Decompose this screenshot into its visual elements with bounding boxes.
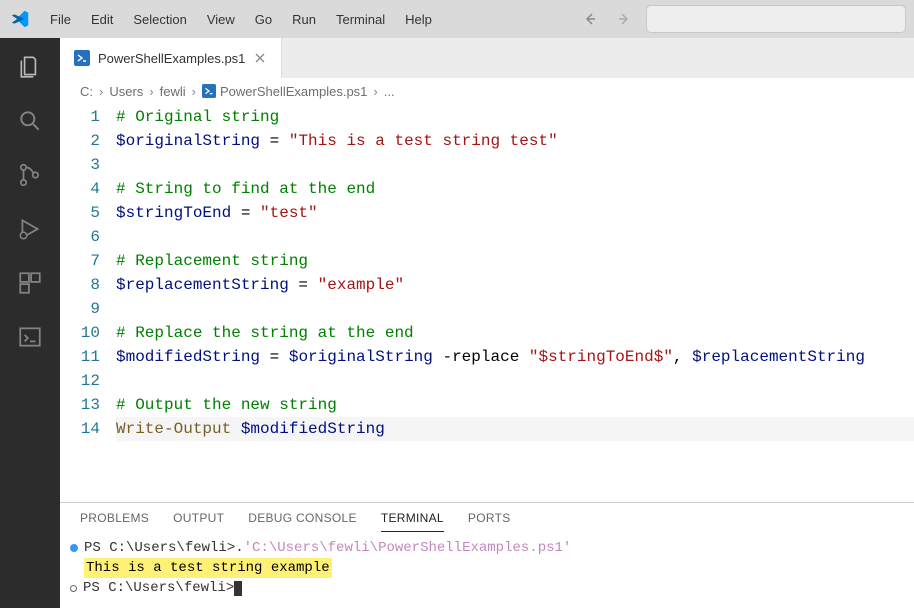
menu-go[interactable]: Go	[245, 6, 282, 33]
chevron-right-icon: ›	[373, 84, 377, 99]
output-line: This is a test string example	[84, 558, 332, 578]
chevron-right-icon: ›	[99, 84, 103, 99]
menu-selection[interactable]: Selection	[123, 6, 196, 33]
powershell-file-icon	[202, 84, 220, 99]
status-dot-icon	[70, 544, 78, 552]
code-line[interactable]: $originalString = "This is a test string…	[116, 129, 914, 153]
editor-tabs: PowerShellExamples.ps1	[60, 38, 914, 78]
menu-run[interactable]: Run	[282, 6, 326, 33]
line-number: 11	[70, 345, 100, 369]
panel-tab-ports[interactable]: PORTS	[468, 511, 511, 532]
line-number: 5	[70, 201, 100, 225]
code-line[interactable]: # Output the new string	[116, 393, 914, 417]
line-number: 7	[70, 249, 100, 273]
code-line[interactable]	[116, 153, 914, 177]
menu-terminal[interactable]: Terminal	[326, 6, 395, 33]
line-number: 8	[70, 273, 100, 297]
crumb[interactable]: ...	[384, 84, 395, 99]
status-dot-icon	[70, 585, 77, 592]
line-number: 2	[70, 129, 100, 153]
activity-bar	[0, 38, 60, 608]
menu-edit[interactable]: Edit	[81, 6, 123, 33]
line-number: 12	[70, 369, 100, 393]
code-area[interactable]: # Original string$originalString = "This…	[116, 105, 914, 502]
menu-view[interactable]: View	[197, 6, 245, 33]
source-control-icon[interactable]	[15, 160, 45, 190]
code-line[interactable]: $replacementString = "example"	[116, 273, 914, 297]
code-line[interactable]: $modifiedString = $originalString -repla…	[116, 345, 914, 369]
code-line[interactable]	[116, 369, 914, 393]
panel-tab-terminal[interactable]: TERMINAL	[381, 511, 444, 532]
line-number: 10	[70, 321, 100, 345]
line-gutter: 1234567891011121314	[70, 105, 116, 502]
tab-file[interactable]: PowerShellExamples.ps1	[60, 38, 282, 78]
terminal-output[interactable]: PS C:\Users\fewli> . 'C:\Users\fewli\Pow…	[60, 532, 914, 608]
main-menu: FileEditSelectionViewGoRunTerminalHelp	[40, 6, 442, 33]
line-number: 6	[70, 225, 100, 249]
code-line[interactable]: $stringToEnd = "test"	[116, 201, 914, 225]
line-number: 3	[70, 153, 100, 177]
code-line[interactable]: Write-Output $modifiedString	[116, 417, 914, 441]
nav-forward-icon[interactable]	[614, 9, 634, 29]
chevron-right-icon: ›	[149, 84, 153, 99]
extensions-icon[interactable]	[15, 268, 45, 298]
close-icon[interactable]	[253, 51, 267, 65]
terminal-cursor	[234, 581, 242, 596]
powershell-file-icon	[74, 50, 90, 66]
code-line[interactable]: # Replacement string	[116, 249, 914, 273]
bottom-panel: PROBLEMS OUTPUT DEBUG CONSOLE TERMINAL PORTS…	[60, 502, 914, 608]
crumb[interactable]: PowerShellExamples.ps1	[202, 84, 367, 99]
tab-label: PowerShellExamples.ps1	[98, 51, 245, 66]
menu-file[interactable]: File	[40, 6, 81, 33]
line-number: 14	[70, 417, 100, 441]
panel-tab-output[interactable]: OUTPUT	[173, 511, 224, 532]
panel-tabs: PROBLEMS OUTPUT DEBUG CONSOLE TERMINAL PORTS	[60, 503, 914, 532]
crumb[interactable]: Users	[109, 84, 143, 99]
line-number: 1	[70, 105, 100, 129]
nav-back-icon[interactable]	[580, 9, 600, 29]
title-bar: FileEditSelectionViewGoRunTerminalHelp	[0, 0, 914, 38]
chevron-right-icon: ›	[192, 84, 196, 99]
line-number: 4	[70, 177, 100, 201]
line-number: 9	[70, 297, 100, 321]
run-debug-icon[interactable]	[15, 214, 45, 244]
cmd-dot: .	[235, 538, 243, 558]
explorer-icon[interactable]	[15, 52, 45, 82]
code-line[interactable]	[116, 225, 914, 249]
code-line[interactable]: # Replace the string at the end	[116, 321, 914, 345]
prompt: PS C:\Users\fewli>	[83, 578, 234, 598]
crumb[interactable]: C:	[80, 84, 93, 99]
prompt: PS C:\Users\fewli>	[84, 538, 235, 558]
code-line[interactable]: # String to find at the end	[116, 177, 914, 201]
command-search-input[interactable]	[646, 5, 906, 33]
code-line[interactable]	[116, 297, 914, 321]
script-path: 'C:\Users\fewli\PowerShellExamples.ps1'	[244, 538, 572, 558]
code-editor[interactable]: 1234567891011121314 # Original string$or…	[60, 105, 914, 502]
search-icon[interactable]	[15, 106, 45, 136]
line-number: 13	[70, 393, 100, 417]
panel-tab-debug-console[interactable]: DEBUG CONSOLE	[248, 511, 357, 532]
menu-help[interactable]: Help	[395, 6, 442, 33]
code-line[interactable]: # Original string	[116, 105, 914, 129]
panel-tab-problems[interactable]: PROBLEMS	[80, 511, 149, 532]
crumb[interactable]: fewli	[160, 84, 186, 99]
vscode-logo-icon	[8, 7, 32, 31]
breadcrumb[interactable]: C: › Users › fewli › PowerShellExamples.ps1 ›..…	[60, 78, 914, 105]
terminal-panel-icon[interactable]	[15, 322, 45, 352]
